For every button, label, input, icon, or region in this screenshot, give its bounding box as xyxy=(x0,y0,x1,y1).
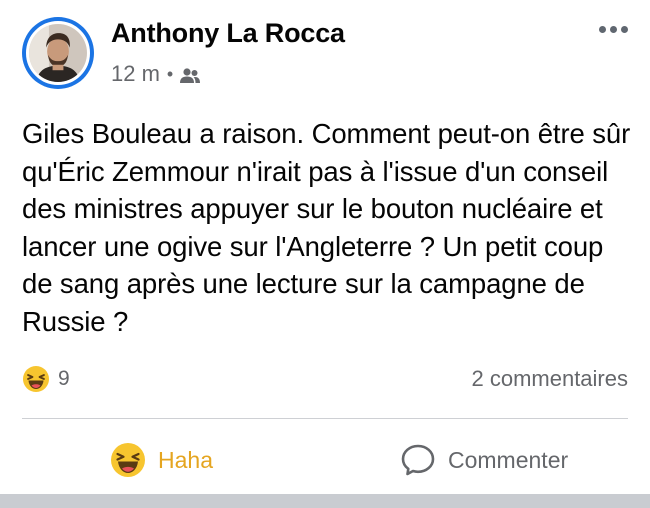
more-dot-icon xyxy=(599,26,606,33)
comment-label: Commenter xyxy=(448,446,569,473)
comments-count-link[interactable]: 2 commentaires xyxy=(471,366,628,392)
haha-label: Haha xyxy=(158,446,213,473)
post-time[interactable]: 12 m xyxy=(111,61,160,87)
comment-icon xyxy=(401,444,435,476)
post-meta: 12 m • xyxy=(111,60,201,88)
comment-button[interactable]: Commenter xyxy=(400,437,568,483)
author-name[interactable]: Anthony La Rocca xyxy=(111,18,345,49)
divider xyxy=(22,418,628,419)
avatar-image xyxy=(29,24,87,82)
more-dot-icon xyxy=(610,26,617,33)
meta-separator: • xyxy=(166,63,174,84)
reactions-summary[interactable]: 9 xyxy=(22,362,70,396)
haha-emoji-icon xyxy=(111,443,145,477)
more-options-button[interactable] xyxy=(599,26,628,33)
post-text: Giles Bouleau a raison. Comment peut-on … xyxy=(22,118,631,337)
more-dot-icon xyxy=(621,26,628,33)
reactions-count: 9 xyxy=(58,367,70,390)
friends-icon[interactable] xyxy=(179,65,201,83)
post-card: Anthony La Rocca 12 m • Giles Bouleau a … xyxy=(0,0,650,494)
feed-separator xyxy=(0,494,650,508)
haha-emoji-icon xyxy=(23,366,49,392)
avatar[interactable] xyxy=(26,21,90,85)
haha-reaction-button[interactable]: Haha xyxy=(110,437,213,483)
